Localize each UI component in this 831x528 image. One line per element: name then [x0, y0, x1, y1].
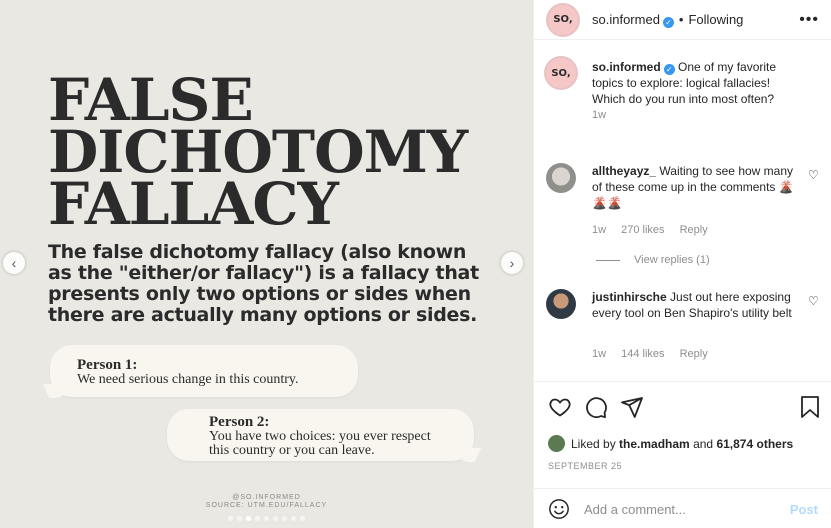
- person1-speaker: Person 1:: [77, 357, 138, 373]
- comment-text: justinhirsche Just out here exposing eve…: [592, 289, 804, 321]
- person1-bubble: Person 1: We need serious change in this…: [50, 345, 358, 397]
- person2-bubble: Person 2: You have two choices: you ever…: [167, 409, 474, 461]
- comment-time[interactable]: 1w: [592, 348, 606, 360]
- carousel-dot: [255, 516, 260, 521]
- bookmark-icon[interactable]: [798, 395, 822, 419]
- carousel-dot: [282, 516, 287, 521]
- view-replies-label[interactable]: View replies (1): [634, 254, 710, 266]
- person2-line-1: You have two choices: you ever respect: [209, 429, 431, 444]
- more-options-icon[interactable]: •••: [799, 11, 819, 29]
- caption-meta: 1w: [592, 109, 618, 121]
- chevron-left-icon: ‹: [11, 255, 17, 271]
- post-date[interactable]: SEPTEMBER 25: [548, 461, 622, 471]
- author-username[interactable]: so.informed ✓: [592, 12, 674, 28]
- commenter-avatar[interactable]: [546, 163, 576, 193]
- comments-list: SO, so.informed ✓ One of my favorite topi…: [534, 40, 831, 381]
- carousel-dot: [264, 516, 269, 521]
- comment-username[interactable]: justinhirsche: [592, 290, 667, 304]
- like-comment-heart-icon[interactable]: ♡: [808, 295, 820, 307]
- comment-bubble-icon[interactable]: [584, 395, 608, 419]
- credit-source: SOURCE: UTM.EDU/FALLACY: [205, 502, 328, 509]
- comment-reply-button[interactable]: Reply: [680, 224, 708, 236]
- caption-username[interactable]: so.informed: [592, 60, 661, 74]
- likes-summary: Liked by the.madham and 61,874 others: [548, 435, 793, 452]
- heart-icon[interactable]: [548, 395, 572, 419]
- likes-and: and: [693, 436, 714, 451]
- carousel-dot: [291, 516, 296, 521]
- comment-text: alltheyayz_ Waiting to see how many of t…: [592, 163, 804, 211]
- comment-reply-button[interactable]: Reply: [680, 348, 708, 360]
- share-paper-plane-icon[interactable]: [620, 395, 644, 419]
- comment-time[interactable]: 1w: [592, 224, 606, 236]
- like-comment-heart-icon[interactable]: ♡: [808, 169, 820, 181]
- caption-text: so.informed ✓ One of my favorite topics t…: [592, 59, 804, 107]
- post-sidebar: SO, so.informed ✓ • Following ••• SO, so.…: [533, 0, 831, 528]
- carousel-dot: [237, 516, 242, 521]
- definition-text: The false dichotomy fallacy (also known …: [48, 241, 479, 326]
- person1-line: We need serious change in this country.: [77, 372, 299, 387]
- liker-username[interactable]: the.madham: [619, 437, 690, 451]
- liker-avatar[interactable]: [548, 435, 565, 452]
- following-button[interactable]: Following: [688, 12, 743, 27]
- comment-username[interactable]: alltheyayz_: [592, 164, 656, 178]
- action-icon-row: [548, 395, 823, 419]
- next-arrow-button[interactable]: ›: [501, 252, 523, 274]
- carousel-dot: [228, 516, 233, 521]
- image-credit: @SO.INFORMED SOURCE: UTM.EDU/FALLACY: [0, 494, 533, 510]
- caption-avatar[interactable]: SO,: [544, 56, 578, 90]
- comment-item: justinhirsche Just out here exposing eve…: [546, 289, 820, 369]
- carousel-dots: [0, 516, 533, 521]
- verified-badge-icon: ✓: [662, 16, 674, 28]
- add-comment-bar: Post: [534, 488, 831, 528]
- caption: SO, so.informed ✓ One of my favorite topi…: [544, 56, 820, 149]
- carousel-dot: [273, 516, 278, 521]
- likes-others-count[interactable]: 61,874 others: [716, 437, 793, 451]
- add-comment-input[interactable]: [584, 501, 784, 517]
- comment-meta: 1w 270 likes Reply: [592, 224, 720, 236]
- likes-prefix: Liked by: [571, 436, 616, 451]
- separator-dot: •: [678, 12, 684, 27]
- carousel-dot: [300, 516, 305, 521]
- comment-meta: 1w 144 likes Reply: [592, 348, 720, 360]
- chevron-right-icon: ›: [509, 255, 515, 271]
- post-header: SO, so.informed ✓ • Following •••: [534, 0, 831, 40]
- comment-likes[interactable]: 144 likes: [621, 348, 664, 360]
- commenter-avatar[interactable]: [546, 289, 576, 319]
- comment-item: alltheyayz_ Waiting to see how many of t…: [546, 163, 820, 273]
- emoji-icon[interactable]: [548, 498, 570, 520]
- prev-arrow-button[interactable]: ‹: [3, 252, 25, 274]
- author-username-text[interactable]: so.informed: [592, 12, 660, 27]
- verified-badge-icon: ✓: [663, 64, 675, 75]
- author-avatar[interactable]: SO,: [546, 2, 580, 37]
- caption-time[interactable]: 1w: [592, 109, 606, 121]
- headline: FALSE DICHOTOMY FALLACY: [48, 71, 518, 233]
- person2-speaker: Person 2:: [209, 414, 270, 430]
- credit-handle: @SO.INFORMED: [232, 494, 301, 501]
- view-replies-button[interactable]: View replies (1): [596, 254, 710, 266]
- person2-line-2: this country or you can leave.: [209, 443, 375, 458]
- view-replies-divider: [596, 259, 620, 261]
- post-image[interactable]: FALSE DICHOTOMY FALLACY The false dichot…: [0, 0, 533, 528]
- post-comment-button[interactable]: Post: [790, 502, 818, 517]
- carousel-dot: [246, 516, 251, 521]
- comment-likes[interactable]: 270 likes: [621, 224, 664, 236]
- post-actions: Liked by the.madham and 61,874 others SE…: [534, 381, 831, 528]
